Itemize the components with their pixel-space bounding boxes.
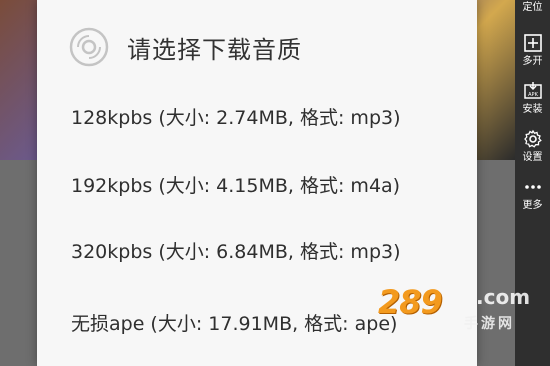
multi-window-icon [523, 33, 542, 52]
disc-icon [69, 27, 109, 67]
site-watermark: 289 .com 手游网 [378, 283, 538, 333]
more-label: 更多 [522, 199, 543, 211]
locate-label: 定位 [522, 2, 543, 13]
gear-icon [523, 129, 542, 148]
quality-option-128[interactable]: 128kpbs (大小: 2.74MB, 格式: mp3) [71, 98, 401, 134]
watermark-domain: .com [476, 285, 531, 309]
multi-label: 多开 [522, 55, 543, 67]
quality-option-320[interactable]: 320kpbs (大小: 6.84MB, 格式: mp3) [71, 232, 401, 268]
more-button[interactable]: 更多 [515, 170, 550, 218]
quality-option-192[interactable]: 192kpbs (大小: 4.15MB, 格式: m4a) [71, 166, 400, 202]
watermark-subtitle: 手游网 [464, 316, 515, 332]
locate-button[interactable]: 定位 [515, 0, 550, 26]
settings-button[interactable]: 设置 [515, 122, 550, 170]
settings-label: 设置 [522, 151, 543, 163]
dialog-title: 请选择下载音质 [127, 35, 302, 64]
watermark-logo: 289 [378, 283, 443, 321]
more-dots-icon [524, 184, 541, 189]
multi-instance-button[interactable]: 多开 [515, 26, 550, 74]
apk-install-icon: APK [523, 81, 542, 99]
dialog-header: 请选择下载音质 [69, 25, 302, 69]
svg-text:APK: APK [528, 92, 538, 98]
install-label: 安装 [522, 103, 543, 115]
quality-option-lossless[interactable]: 无损ape (大小: 17.91MB, 格式: ape) [71, 304, 397, 340]
install-apk-button[interactable]: APK 安装 [515, 74, 550, 122]
